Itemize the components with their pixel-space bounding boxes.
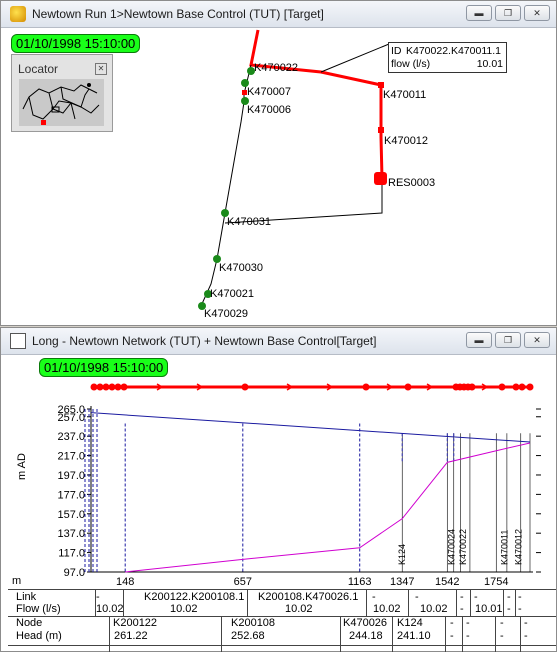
node-marker-label: K470011 [500, 530, 510, 565]
head-cell: 241.10 [397, 630, 431, 642]
y-tick-label: 197.0 [57, 470, 85, 482]
table-column-rule [340, 616, 341, 652]
profile-strip-node [241, 383, 249, 391]
node-cell: K124 [397, 617, 423, 629]
profile-strip-node [518, 383, 526, 391]
table-column-rule [408, 589, 409, 616]
table-column-rule [456, 589, 457, 616]
profile-strip-node [90, 383, 98, 391]
y-tick-label: 97.0 [64, 567, 85, 579]
node-cell: - [500, 617, 504, 629]
x-axis-unit: m [12, 575, 22, 587]
flow-cell: - [460, 603, 464, 615]
profile-strip-node [96, 383, 104, 391]
head-cell: 261.22 [114, 630, 148, 642]
node-marker-label: K470024 [446, 529, 456, 565]
y-axis-label: m AD [16, 453, 28, 480]
link-cell: - [518, 591, 522, 603]
profile-strip-node [498, 383, 506, 391]
y-tick-label: 177.0 [57, 489, 85, 501]
y-tick-label: 117.0 [58, 548, 85, 560]
node-cell: - [450, 617, 454, 629]
node-cell: K200108 [231, 617, 276, 629]
flow-cell: 10.02 [420, 603, 448, 615]
head-cell: - [524, 630, 528, 642]
table-column-rule [520, 616, 521, 652]
y-tick-label: 157.0 [57, 509, 85, 521]
table-column-rule [495, 616, 496, 652]
flow-cell: - [507, 603, 511, 615]
series-line-0 [90, 412, 531, 443]
y-tick-label: 237.0 [57, 431, 85, 443]
node-marker-label: K124 [397, 544, 407, 565]
x-tick-label: 657 [234, 576, 252, 588]
table-column-rule [366, 589, 367, 616]
x-tick-label: 1347 [390, 576, 414, 588]
profile-strip-node [114, 383, 122, 391]
link-cell: - [415, 591, 419, 603]
table-rule [8, 589, 556, 590]
link-cell: - [460, 591, 464, 603]
table-column-rule [462, 616, 463, 652]
head-cell: - [450, 630, 454, 642]
table-rule [8, 616, 556, 617]
table-column-rule [470, 589, 471, 616]
profile-strip-node [512, 383, 520, 391]
table-column-rule [109, 616, 110, 652]
node-cell: - [466, 617, 470, 629]
flow-cell: 10.02 [285, 603, 313, 615]
link-cell: - [507, 591, 511, 603]
table-row-label: Link [16, 591, 37, 603]
profile-strip-node [526, 383, 534, 391]
head-cell: 252.68 [231, 630, 265, 642]
profile-strip-node [108, 383, 116, 391]
profile-strip-node [102, 383, 110, 391]
flow-cell: 10.01 [475, 603, 503, 615]
node-cell: K200122 [113, 617, 158, 629]
node-cell: K470026 [343, 617, 388, 629]
node-marker-label: K470022 [458, 529, 468, 565]
y-tick-label: 217.0 [57, 451, 85, 463]
table-row-label: Node [16, 617, 43, 629]
link-cell: K200122.K200108.1 [144, 591, 245, 603]
x-tick-label: 148 [116, 576, 134, 588]
head-cell: - [466, 630, 470, 642]
head-cell: - [500, 630, 504, 642]
link-cell: - [474, 591, 478, 603]
link-cell: - [372, 591, 376, 603]
link-cell: K200108.K470026.1 [258, 591, 359, 603]
flow-cell: 10.02 [170, 603, 198, 615]
table-column-rule [503, 589, 504, 616]
table-row-label: Head (m) [16, 630, 62, 642]
profile-strip-node [404, 383, 412, 391]
profile-strip-node [468, 383, 476, 391]
flow-cell: 10.02 [373, 603, 401, 615]
x-tick-label: 1542 [435, 576, 459, 588]
profile-strip-node [120, 383, 128, 391]
y-tick-label: 257.0 [57, 412, 85, 424]
x-tick-label: 1754 [484, 576, 508, 588]
head-cell: 244.18 [349, 630, 383, 642]
node-marker-label: K470012 [513, 529, 523, 565]
series-line-1 [125, 442, 531, 573]
table-column-rule [445, 616, 446, 652]
table-rule [8, 645, 556, 646]
table-column-rule [221, 616, 222, 652]
long-section-chart[interactable]: 265.0257.0237.0217.0197.0177.0157.0137.0… [0, 0, 557, 600]
table-column-rule [392, 616, 393, 652]
flow-cell: - [518, 603, 522, 615]
table-row-label: Flow (l/s) [16, 603, 61, 615]
profile-strip-node [362, 383, 370, 391]
node-cell: - [524, 617, 528, 629]
y-tick-label: 137.0 [57, 528, 85, 540]
flow-cell: 10.02 [96, 603, 124, 615]
table-column-rule [247, 589, 248, 616]
table-column-rule [515, 589, 516, 616]
link-cell: - [96, 591, 100, 603]
x-tick-label: 1163 [348, 576, 372, 588]
